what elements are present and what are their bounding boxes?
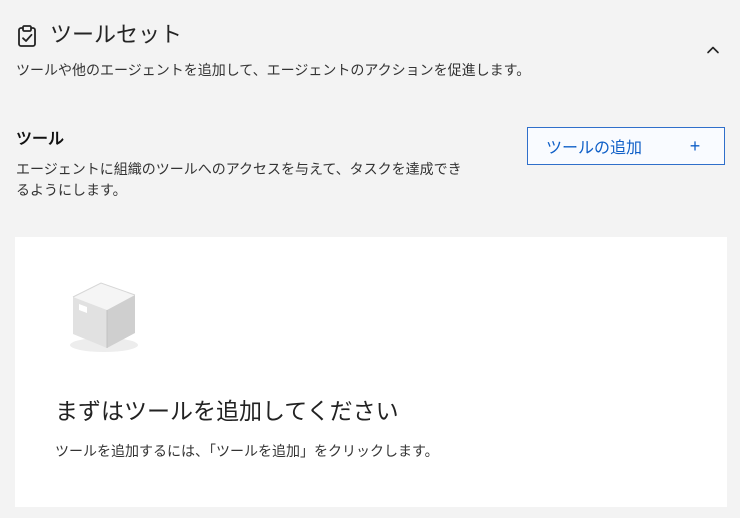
toolset-header: ツールセット bbox=[16, 20, 724, 52]
toolset-subtitle: ツールや他のエージェントを追加して、エージェントのアクションを促進します。 bbox=[16, 63, 531, 79]
tools-description: エージェントに組織のツールへのアクセスを与えて、タスクを達成できるようにします。 bbox=[16, 162, 462, 199]
add-tool-button[interactable]: ツールの追加 + bbox=[527, 127, 725, 165]
chevron-up-icon[interactable] bbox=[704, 41, 722, 59]
empty-state-title: まずはツールを追加してください bbox=[55, 399, 399, 425]
clipboard-check-icon bbox=[16, 24, 38, 48]
page-title: ツールセット bbox=[50, 23, 183, 48]
empty-state-card: まずはツールを追加してください ツールを追加するには、「ツールを追加」をクリック… bbox=[15, 237, 727, 507]
empty-state-text: ツールを追加するには、「ツールを追加」をクリックします。 bbox=[55, 444, 439, 460]
toolset-panel: ツールセット ツールや他のエージェントを追加して、エージェントのアクションを促進… bbox=[0, 0, 740, 518]
tools-heading: ツール bbox=[16, 129, 65, 148]
add-tool-button-label: ツールの追加 bbox=[546, 140, 643, 157]
box-icon bbox=[63, 275, 145, 357]
plus-icon: + bbox=[689, 136, 701, 156]
